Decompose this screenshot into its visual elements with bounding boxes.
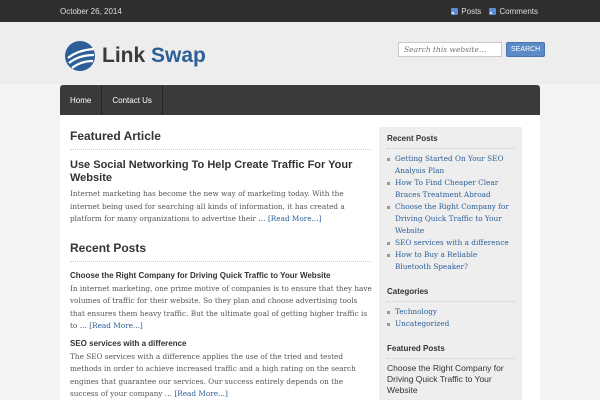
search-input[interactable] — [398, 42, 502, 57]
sidebar-recent-posts-heading: Recent Posts — [387, 134, 515, 149]
recent-post-read-more-link[interactable]: [Read More...] — [89, 321, 142, 330]
logo-word-swap: Swap — [151, 44, 206, 67]
sidebar-recent-post-link[interactable]: SEO services with a difference — [387, 237, 515, 249]
main-nav: Home Contact Us — [60, 85, 540, 115]
recent-post-excerpt: In internet marketing, one prime motive … — [70, 283, 372, 333]
sidebar-category-link[interactable]: Technology — [387, 306, 515, 318]
sidebar-recent-post-link[interactable]: How to Buy a Reliable Bluetooth Speaker? — [387, 249, 515, 273]
featured-article-excerpt: Internet marketing has become the new wa… — [70, 188, 372, 226]
comments-feed-link[interactable]: Comments — [489, 7, 538, 16]
rss-icon — [451, 8, 459, 15]
site-logo[interactable]: Link Swap — [64, 40, 206, 72]
sidebar: Recent Posts Getting Started On Your SEO… — [379, 127, 522, 400]
sidebar-recent-posts-list: Getting Started On Your SEO Analysis Pla… — [387, 153, 522, 273]
sidebar-category-link[interactable]: Uncategorized — [387, 318, 515, 330]
sidebar-recent-post-link[interactable]: Getting Started On Your SEO Analysis Pla… — [387, 153, 515, 177]
nav-item-home[interactable]: Home — [60, 85, 103, 115]
recent-post: Choose the Right Company for Driving Qui… — [70, 271, 372, 333]
main-column: Featured Article Use Social Networking T… — [70, 129, 372, 400]
rss-icon — [489, 8, 497, 15]
recent-post-title[interactable]: SEO services with a difference — [70, 339, 372, 348]
sidebar-recent-post-link[interactable]: How To Find Cheaper Clear Braces Treatme… — [387, 177, 515, 201]
sidebar-recent-posts: Recent Posts Getting Started On Your SEO… — [387, 134, 522, 273]
recent-post-read-more-link[interactable]: [Read More...] — [174, 389, 227, 398]
logo-word-link: Link — [102, 44, 146, 67]
featured-read-more-link[interactable]: [Read More...] — [268, 214, 321, 223]
posts-feed-link[interactable]: Posts — [451, 7, 481, 16]
sidebar-categories-list: Technology Uncategorized — [387, 306, 522, 330]
featured-article-title[interactable]: Use Social Networking To Help Create Tra… — [70, 159, 372, 185]
sidebar-categories-heading: Categories — [387, 287, 515, 302]
sidebar-featured-posts-heading: Featured Posts — [387, 344, 515, 359]
recent-post-title[interactable]: Choose the Right Company for Driving Qui… — [70, 271, 372, 280]
posts-feed-label: Posts — [461, 7, 482, 16]
featured-article-heading: Featured Article — [70, 129, 372, 150]
logo-text: Link Swap — [102, 44, 206, 68]
sidebar-recent-post-link[interactable]: Choose the Right Company for Driving Qui… — [387, 201, 515, 237]
comments-feed-label: Comments — [499, 7, 538, 16]
recent-posts-heading: Recent Posts — [70, 241, 372, 262]
sidebar-featured-posts: Featured Posts Choose the Right Company … — [387, 344, 522, 396]
sidebar-categories: Categories Technology Uncategorized — [387, 287, 522, 330]
search-button[interactable]: SEARCH — [506, 42, 546, 57]
search-form: SEARCH — [398, 42, 546, 57]
recent-post-excerpt: The SEO services with a difference appli… — [70, 351, 372, 400]
current-date: October 26, 2014 — [60, 7, 122, 16]
content-area: Featured Article Use Social Networking T… — [60, 115, 540, 400]
sidebar-featured-post-title[interactable]: Choose the Right Company for Driving Qui… — [387, 363, 515, 396]
nav-item-contact-us[interactable]: Contact Us — [102, 85, 163, 115]
recent-post: SEO services with a difference The SEO s… — [70, 339, 372, 400]
logo-swoosh-icon — [65, 41, 95, 71]
top-bar: October 26, 2014 Posts Comments — [0, 0, 600, 22]
feed-links: Posts Comments — [451, 7, 538, 16]
